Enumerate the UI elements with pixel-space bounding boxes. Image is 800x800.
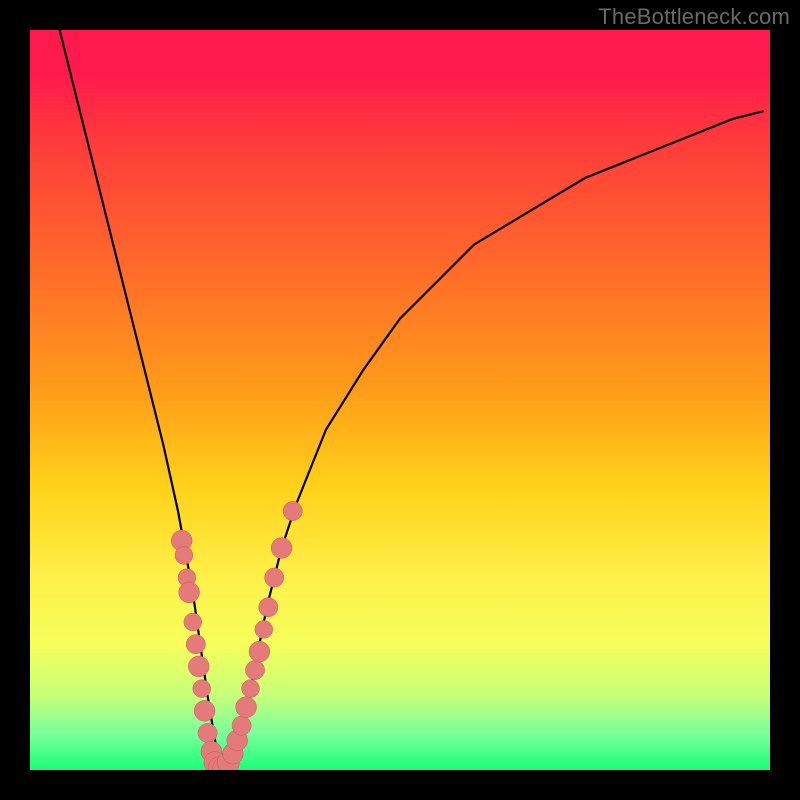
curve-marker [184, 613, 202, 631]
curve-marker [259, 598, 278, 617]
bottleneck-curve [60, 30, 763, 770]
curve-marker [283, 501, 302, 520]
curve-marker [198, 723, 217, 742]
curve-marker [175, 547, 193, 565]
curve-marker [242, 680, 260, 698]
curve-marker [186, 635, 205, 654]
curve-marker [265, 568, 284, 587]
chart-frame: TheBottleneck.com [0, 0, 800, 800]
curve-marker [245, 661, 264, 680]
curve-marker [255, 621, 273, 639]
curve-marker [193, 680, 211, 698]
curve-marker [232, 716, 251, 735]
watermark-text: TheBottleneck.com [598, 4, 790, 30]
curve-marker [249, 641, 270, 662]
chart-svg [30, 30, 770, 770]
curve-marker [188, 656, 209, 677]
curve-marker [236, 697, 257, 718]
curve-markers [171, 501, 302, 770]
curve-marker [194, 700, 215, 721]
curve-marker [179, 582, 200, 603]
plot-area [30, 30, 770, 770]
curve-marker [271, 538, 292, 559]
